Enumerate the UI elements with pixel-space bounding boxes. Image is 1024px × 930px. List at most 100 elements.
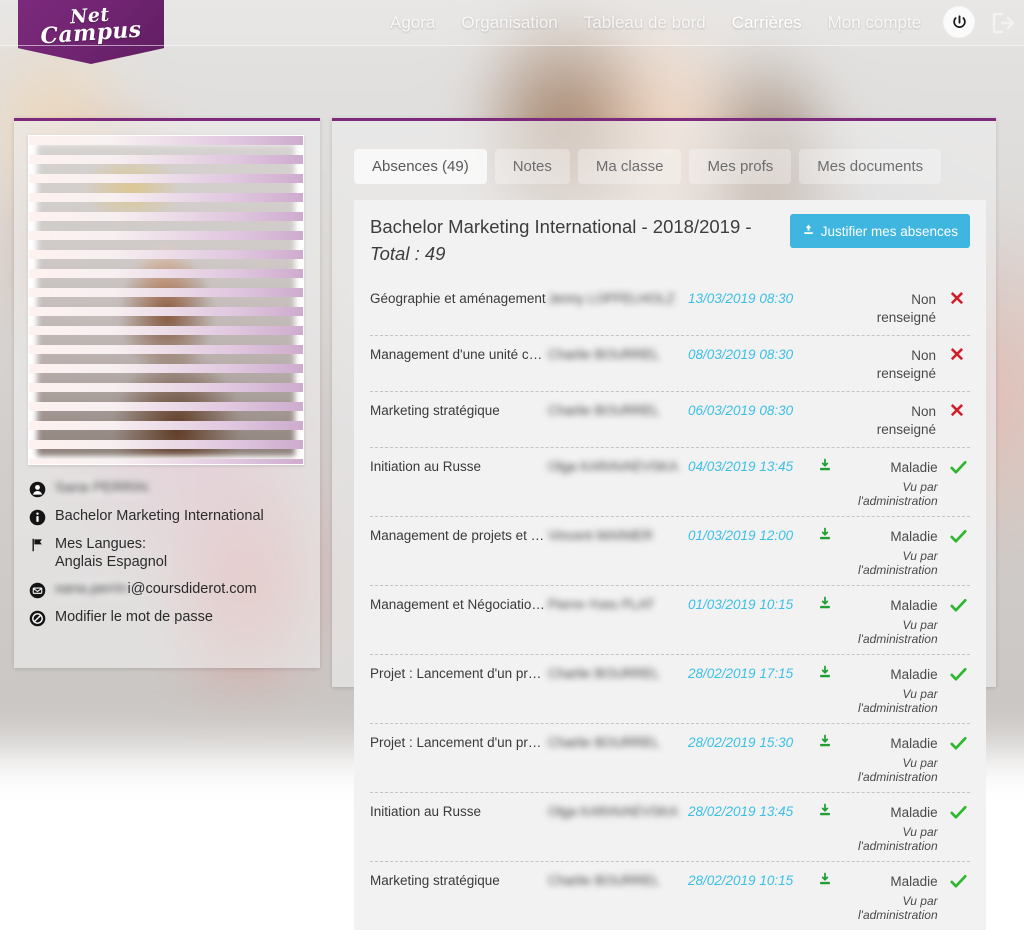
cell-datetime: 28/02/2019 15:30	[688, 733, 818, 750]
cell-subject: Projet : Lancement d'un produit	[370, 733, 548, 750]
cell-teacher: Pierre-Yves PLAT	[548, 595, 688, 612]
logout-icon[interactable]	[990, 11, 1016, 35]
nav-item-organisation[interactable]: Organisation	[461, 13, 557, 33]
status-badge: Non renseigné	[858, 289, 944, 327]
power-icon[interactable]	[944, 7, 974, 37]
table-row: Management de projets et d'éq...Vincent …	[370, 517, 970, 586]
cell-datetime: 06/03/2019 08:30	[688, 401, 818, 418]
envelope-icon	[28, 581, 46, 599]
download-icon[interactable]	[818, 595, 858, 610]
profile-languages-row: Mes Langues: Anglais Espagnol	[28, 535, 306, 571]
profile-email-redacted-part: sana.perrin	[55, 580, 128, 598]
nav-item-carrieres[interactable]: Carrières	[732, 13, 802, 33]
tab-mes-profs[interactable]: Mes profs	[689, 149, 791, 184]
table-row: Projet : Lancement d'un produitCharlie B…	[370, 724, 970, 793]
cell-teacher: Charlie BOURREL	[548, 871, 688, 888]
status-label: Non renseigné	[877, 404, 936, 437]
change-password-row[interactable]: Modifier le mot de passe	[28, 608, 306, 627]
status-badge: MaladieVu par l'administration	[858, 802, 946, 853]
status-label: Non renseigné	[877, 348, 936, 381]
table-row: Management et Négociation in...Pierre-Yv…	[370, 586, 970, 655]
download-icon[interactable]	[818, 457, 858, 472]
download-icon[interactable]	[818, 871, 858, 886]
status-label: Maladie	[890, 874, 937, 889]
status-sublabel: Vu par l'administration	[858, 825, 938, 853]
download-icon[interactable]	[818, 664, 858, 679]
user-icon	[28, 480, 46, 498]
close-icon[interactable]: ✕	[944, 345, 970, 365]
close-icon-glyph[interactable]: ✕	[949, 290, 965, 309]
main-content-panel: Absences (49) Notes Ma classe Mes profs …	[332, 118, 996, 687]
page-title: Bachelor Marketing International - 2018/…	[370, 214, 778, 268]
nav-underline	[0, 45, 1024, 46]
download-placeholder	[818, 401, 858, 402]
cell-datetime: 08/03/2019 08:30	[688, 345, 818, 362]
avatar-redaction-stripes	[29, 136, 303, 464]
justify-absences-button[interactable]: Justifier mes absences	[790, 214, 970, 248]
info-icon	[28, 508, 46, 526]
profile-sidebar-panel: Sana PERRIN Bachelor Marketing Internati…	[14, 118, 320, 668]
logo-line-2: Campus	[40, 21, 142, 45]
profile-name: Sana PERRIN	[55, 479, 148, 497]
cell-subject: Initiation au Russe	[370, 457, 548, 474]
check-icon	[946, 526, 972, 546]
table-row: Projet : Lancement d'un produitCharlie B…	[370, 655, 970, 724]
cell-teacher: Charlie BOURREL	[548, 733, 688, 750]
status-badge: Non renseigné	[858, 401, 944, 439]
cell-teacher: Vincent MAINIER	[548, 526, 688, 543]
status-label: Maladie	[890, 598, 937, 613]
table-row: Marketing stratégiqueCharlie BOURREL28/0…	[370, 862, 970, 930]
cell-teacher: Olga KARAVAEVSKA	[548, 457, 688, 474]
nav-links: Agora Organisation Tableau de bord Carri…	[390, 0, 921, 45]
teacher-name-redacted: Vincent MAINIER	[548, 528, 653, 543]
cell-datetime: 13/03/2019 08:30	[688, 289, 818, 306]
table-row: Management d'une unité com...Charlie BOU…	[370, 336, 970, 392]
close-icon-glyph[interactable]: ✕	[949, 402, 965, 421]
status-label: Maladie	[890, 736, 937, 751]
avatar	[28, 135, 304, 465]
status-label: Non renseigné	[877, 292, 936, 325]
page-title-main: Bachelor Marketing International - 2018/…	[370, 216, 752, 237]
download-icon[interactable]	[818, 733, 858, 748]
profile-program: Bachelor Marketing International	[55, 507, 264, 525]
tab-mes-documents[interactable]: Mes documents	[799, 149, 941, 184]
download-icon[interactable]	[818, 526, 858, 541]
table-row: Initiation au RusseOlga KARAVAEVSKA04/03…	[370, 448, 970, 517]
flag-icon	[28, 536, 46, 554]
absences-table: Géographie et aménagementJenny LOFFELHOL…	[370, 280, 970, 930]
status-sublabel: Vu par l'administration	[858, 894, 938, 922]
change-password-label[interactable]: Modifier le mot de passe	[55, 608, 213, 626]
status-sublabel: Vu par l'administration	[858, 687, 938, 715]
profile-email-row: sana.perrini@coursdiderot.com	[28, 580, 306, 599]
check-icon	[946, 595, 972, 615]
nav-item-tableau-de-bord[interactable]: Tableau de bord	[584, 13, 706, 33]
check-icon	[946, 871, 972, 891]
status-badge: MaladieVu par l'administration	[858, 733, 946, 784]
download-placeholder	[818, 345, 858, 346]
tab-ma-classe[interactable]: Ma classe	[578, 149, 682, 184]
profile-languages-block: Mes Langues: Anglais Espagnol	[55, 535, 167, 571]
cell-datetime: 28/02/2019 13:45	[688, 802, 818, 819]
cell-subject: Management de projets et d'éq...	[370, 526, 548, 543]
status-badge: Maladie Vu par l'administration	[858, 871, 946, 922]
cell-subject: Management d'une unité com...	[370, 345, 548, 362]
tab-absences[interactable]: Absences (49)	[354, 149, 487, 184]
teacher-name-redacted: Charlie BOURREL	[548, 666, 660, 681]
status-badge: MaladieVu par l'administration	[858, 595, 946, 646]
cell-subject: Marketing stratégique	[370, 871, 548, 888]
upload-icon	[802, 223, 815, 239]
justify-absences-label: Justifier mes absences	[821, 224, 958, 239]
teacher-name-redacted: Pierre-Yves PLAT	[548, 597, 654, 612]
close-icon-glyph[interactable]: ✕	[949, 346, 965, 365]
cell-subject: Projet : Lancement d'un produit	[370, 664, 548, 681]
status-label: Maladie	[890, 529, 937, 544]
download-icon[interactable]	[818, 802, 858, 817]
nav-item-agora[interactable]: Agora	[390, 13, 435, 33]
close-icon[interactable]: ✕	[944, 401, 970, 421]
close-icon[interactable]: ✕	[944, 289, 970, 309]
check-icon	[946, 733, 972, 753]
nav-item-mon-compte[interactable]: Mon compte	[828, 13, 922, 33]
profile-program-row: Bachelor Marketing International	[28, 507, 306, 526]
check-icon	[946, 457, 972, 477]
tab-notes[interactable]: Notes	[495, 149, 570, 184]
